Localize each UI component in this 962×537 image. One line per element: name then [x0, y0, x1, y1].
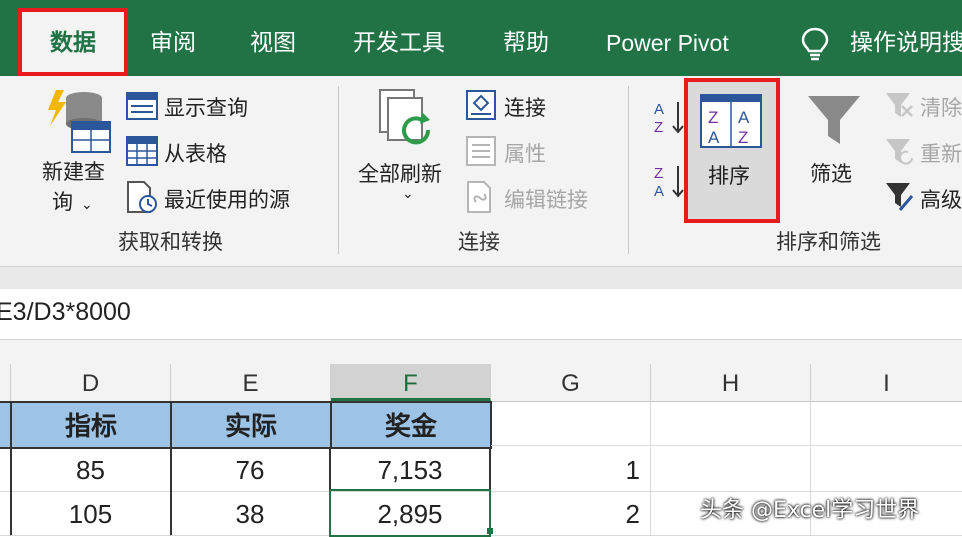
grid-cell[interactable] — [491, 401, 651, 446]
ribbon-separator — [338, 86, 339, 254]
from-table-icon — [126, 136, 158, 166]
sort-label: 排序 — [708, 164, 750, 188]
column-header-f[interactable]: F — [331, 364, 491, 401]
clear-button[interactable]: 清除 — [920, 92, 962, 122]
table-row-2-d[interactable]: 105 — [11, 491, 172, 536]
tab-review[interactable]: 审阅 — [150, 0, 196, 76]
recent-sources-icon — [127, 181, 157, 213]
reapply-icon — [886, 139, 913, 165]
formula-bar[interactable]: E3/D3*8000 — [0, 289, 962, 340]
column-header-i[interactable]: I — [811, 364, 962, 401]
refresh-all-dropdown-icon[interactable]: ⌄ — [402, 186, 414, 202]
tab-view[interactable]: 视图 — [250, 0, 296, 76]
filter-button[interactable]: 筛选 — [810, 158, 852, 188]
advanced-filter-icon — [886, 183, 914, 211]
column-header-g[interactable]: G — [491, 364, 651, 401]
group-label-sort-filter: 排序和筛选 — [776, 230, 881, 254]
svg-text:A: A — [654, 183, 664, 200]
ribbon-tab-bar: 数据 审阅 视图 开发工具 帮助 Power Pivot 操作说明搜 — [0, 0, 962, 76]
ribbon-gap — [0, 267, 962, 289]
advanced-button[interactable]: 高级 — [920, 184, 962, 214]
column-header-partial[interactable] — [0, 364, 11, 401]
connections-icon — [466, 90, 496, 120]
fill-handle[interactable] — [487, 528, 493, 534]
active-cell-f4[interactable]: 2,895 — [329, 489, 491, 537]
properties-icon — [466, 136, 496, 166]
svg-text:A: A — [708, 128, 720, 147]
column-headers: D E F G H I — [0, 364, 962, 402]
column-header-e[interactable]: E — [171, 364, 331, 401]
grid-cell[interactable] — [651, 401, 811, 446]
grid-cell[interactable] — [651, 447, 811, 492]
new-query-button[interactable]: 新建查 — [42, 156, 105, 186]
svg-text:Z: Z — [738, 128, 748, 147]
group-label-get-transform: 获取和转换 — [118, 230, 223, 254]
group-label-connections: 连接 — [458, 230, 500, 254]
show-queries-icon — [126, 92, 158, 120]
column-header-d[interactable]: D — [11, 364, 171, 401]
refresh-all-icon — [379, 89, 431, 145]
svg-text:A: A — [738, 108, 750, 127]
sort-button[interactable]: Z A A Z 排序 — [684, 78, 780, 223]
grid-cell[interactable] — [811, 401, 962, 446]
properties-button[interactable]: 属性 — [504, 138, 546, 168]
svg-text:Z: Z — [654, 119, 663, 136]
column-header-h[interactable]: H — [651, 364, 811, 401]
from-table-button[interactable]: 从表格 — [164, 138, 227, 168]
tab-power-pivot[interactable]: Power Pivot — [606, 0, 729, 76]
grid-cell[interactable] — [811, 447, 962, 492]
filter-icon — [808, 96, 860, 144]
tab-data[interactable]: 数据 — [18, 8, 128, 76]
watermark-text: 头条 @Excel学习世界 — [700, 498, 920, 523]
edit-links-button[interactable]: 编辑链接 — [504, 184, 588, 214]
tab-help[interactable]: 帮助 — [503, 0, 549, 76]
svg-text:Z: Z — [708, 108, 718, 127]
reapply-button[interactable]: 重新 — [920, 138, 962, 168]
table-row-2-g[interactable]: 2 — [491, 491, 651, 536]
tab-developer[interactable]: 开发工具 — [353, 0, 445, 76]
table-row-1-d[interactable]: 85 — [11, 447, 172, 492]
edit-links-icon — [467, 181, 491, 213]
formula-text[interactable]: E3/D3*8000 — [0, 298, 131, 327]
connections-button[interactable]: 连接 — [504, 92, 546, 122]
table-header-cell[interactable]: 奖金 — [330, 401, 492, 449]
table-header-cell[interactable]: 指标 — [10, 401, 172, 449]
lightbulb-icon[interactable] — [800, 26, 830, 62]
table-header-cell[interactable]: 实际 — [170, 401, 332, 449]
svg-text:A: A — [654, 101, 664, 118]
ribbon: 新建查 询⌄ 显示查询 从表格 最近使用的源 获取和转换 全部刷新 ⌄ 连接 — [0, 76, 962, 267]
show-queries-button[interactable]: 显示查询 — [164, 92, 248, 122]
svg-text:Z: Z — [654, 165, 663, 182]
table-row-1-g[interactable]: 1 — [491, 447, 651, 492]
ribbon-separator — [628, 86, 629, 254]
sort-icon: Z A A Z — [700, 94, 762, 148]
refresh-all-button[interactable]: 全部刷新 — [358, 158, 442, 188]
table-row-1-f[interactable]: 7,153 — [331, 447, 491, 492]
sort-z-to-a-icon[interactable]: Z A — [652, 162, 686, 200]
dropdown-arrow-icon: ⌄ — [81, 197, 93, 213]
clear-filter-icon — [886, 93, 913, 117]
sort-a-to-z-icon[interactable]: A Z — [652, 98, 686, 136]
recent-sources-button[interactable]: 最近使用的源 — [164, 184, 290, 214]
table-row-1-e[interactable]: 76 — [171, 447, 331, 492]
new-query-icon — [48, 90, 111, 153]
new-query-button-line2[interactable]: 询 ⌄ — [52, 186, 93, 216]
formula-gap — [0, 340, 962, 364]
table-row-2-e[interactable]: 38 — [171, 491, 331, 536]
tell-me-search[interactable]: 操作说明搜 — [850, 0, 962, 76]
